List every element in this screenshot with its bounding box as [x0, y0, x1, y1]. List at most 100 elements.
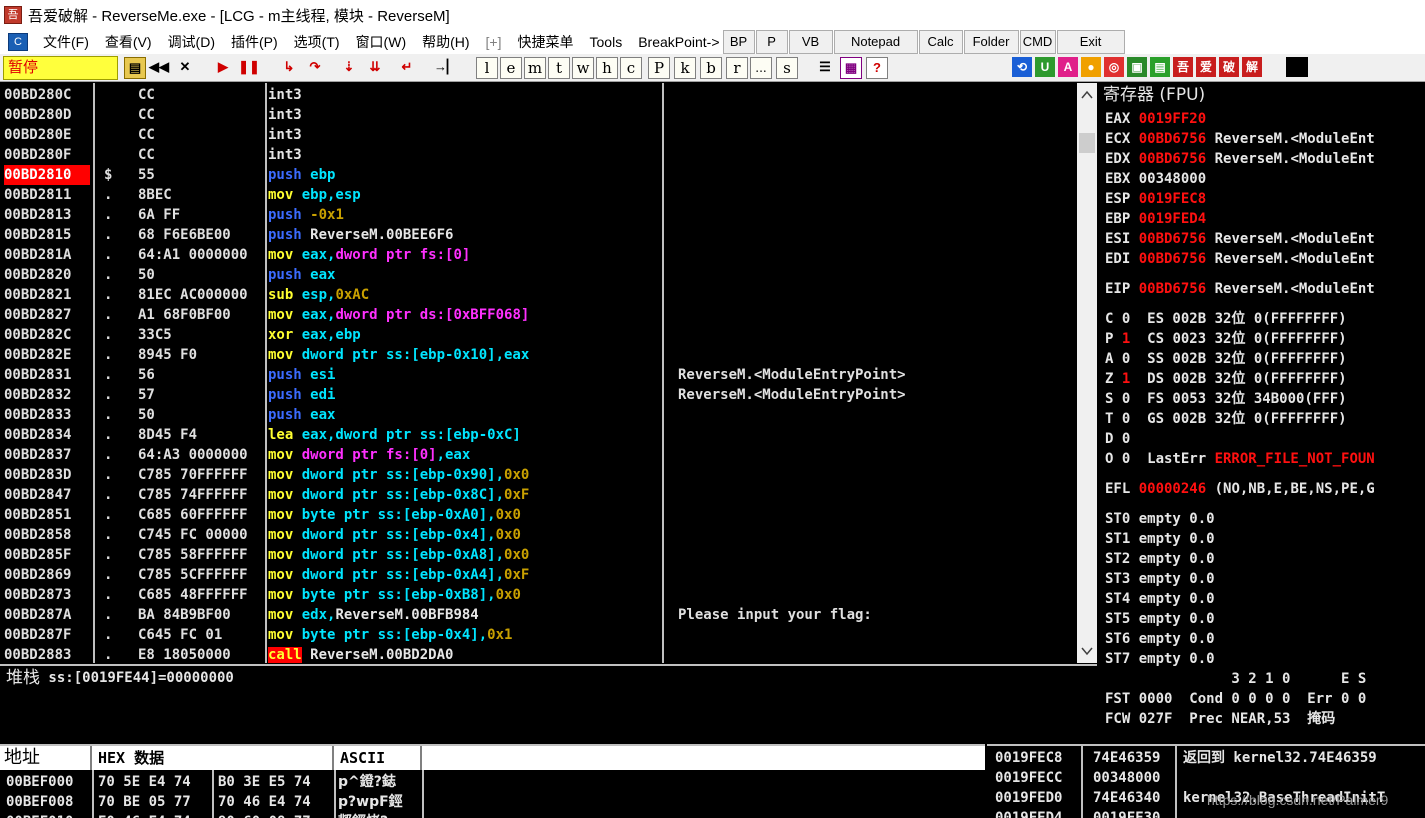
stack-row[interactable]: 0019FECC 00348000: [987, 768, 1425, 788]
vb-button[interactable]: VB: [788, 30, 833, 54]
disasm-row[interactable]: 00BD2813. 6A FF push -0x1: [0, 205, 1077, 225]
disasm-row[interactable]: 00BD2858. C745 FC 00000 mov dword ptr ss:[…: [0, 525, 1077, 545]
folder-button[interactable]: Folder: [963, 30, 1019, 54]
register-line[interactable]: EIP 00BD6756 ReverseM.<ModuleEnt: [1105, 279, 1375, 299]
disasm-row[interactable]: 00BD2832. 57 push edi ReverseM.<ModuleEntry…: [0, 385, 1077, 405]
disasm-row[interactable]: 00BD287A. BA 84B9BF00 mov edx,ReverseM.00B…: [0, 605, 1077, 625]
register-line[interactable]: ST1 empty 0.0: [1105, 529, 1215, 549]
disassembly-pane[interactable]: 00BD280C CC int3 00BD280D CC int3 00BD280E CC in…: [0, 83, 1077, 663]
list-icon[interactable]: ☰: [814, 57, 836, 79]
menu-shortcuts[interactable]: 快捷菜单: [510, 30, 582, 54]
register-line[interactable]: ST3 empty 0.0: [1105, 569, 1215, 589]
disasm-row[interactable]: 00BD2834. 8D45 F4 lea eax,dword ptr ss:[eb…: [0, 425, 1077, 445]
disasm-row[interactable]: 00BD281A. 64:A1 0000000 mov eax,dword ptr …: [0, 245, 1077, 265]
stack-row[interactable]: 0019FEC8 74E46359 返回到 kernel32.74E46359: [987, 748, 1425, 768]
register-line[interactable]: C 0 ES 002B 32位 0(FFFFFFFF): [1105, 309, 1347, 329]
run-icon[interactable]: ▶: [212, 57, 234, 79]
disasm-row[interactable]: 00BD2820. 50 push eax: [0, 265, 1077, 285]
breakpoints-window-button[interactable]: b: [700, 57, 722, 79]
disasm-row[interactable]: 00BD287F. C645 FC 01 mov byte ptr ss:[ebp-…: [0, 625, 1077, 645]
disasm-row[interactable]: 00BD2847. C785 74FFFFFF mov dword ptr ss:[…: [0, 485, 1077, 505]
disasm-row[interactable]: 00BD285F. C785 58FFFFFF mov dword ptr ss:[…: [0, 545, 1077, 565]
menu-plus[interactable]: [+]: [478, 30, 510, 54]
menu-options[interactable]: 选项(T): [286, 30, 348, 54]
trace-into-icon[interactable]: ⇣: [338, 57, 360, 79]
rewind-icon[interactable]: ◀◀: [148, 57, 170, 79]
stack-pane[interactable]: 0019FEC8 74E46359 返回到 kernel32.74E46359 001…: [987, 744, 1425, 818]
register-line[interactable]: EFL 00000246 (NO,NB,E,BE,NS,PE,G: [1105, 479, 1375, 499]
dump-pane[interactable]: 地址 HEX 数据 ASCII 00BEF000 70 5E E4 74 B0 3E…: [0, 744, 985, 818]
disasm-row[interactable]: 00BD2821. 81EC AC000000 sub esp,0xAC: [0, 285, 1077, 305]
register-line[interactable]: ESP 0019FEC8: [1105, 189, 1206, 209]
register-line[interactable]: ST0 empty 0.0: [1105, 509, 1215, 529]
register-line[interactable]: ESI 00BD6756 ReverseM.<ModuleEnt: [1105, 229, 1375, 249]
register-line[interactable]: EBX 00348000: [1105, 169, 1206, 189]
po-label[interactable]: 破: [1219, 57, 1239, 77]
u-icon[interactable]: U: [1035, 57, 1055, 77]
register-line[interactable]: ST2 empty 0.0: [1105, 549, 1215, 569]
disasm-row[interactable]: 00BD2851. C685 60FFFFFF mov byte ptr ss:[e…: [0, 505, 1077, 525]
disasm-row[interactable]: 00BD2810 $55 push ebp: [0, 165, 1077, 185]
disassembly-scrollbar[interactable]: [1077, 83, 1097, 663]
menu-breakpoint[interactable]: BreakPoint->: [630, 30, 721, 54]
disasm-row[interactable]: 00BD280F CC int3: [0, 145, 1077, 165]
disasm-row[interactable]: 00BD2811. 8BEC mov ebp,esp: [0, 185, 1077, 205]
register-line[interactable]: ST4 empty 0.0: [1105, 589, 1215, 609]
log-window-button[interactable]: l: [476, 57, 498, 79]
menu-view[interactable]: 查看(V): [97, 30, 160, 54]
register-line[interactable]: EBP 0019FED4: [1105, 209, 1206, 229]
registers-pane[interactable]: 寄存器 (FPU) EAX 0019FF20 ECX 00BD6756 Rever…: [1099, 83, 1425, 743]
target-icon[interactable]: ◎: [1104, 57, 1124, 77]
menu-file[interactable]: 文件(F): [35, 30, 97, 54]
menu-tools[interactable]: Tools: [582, 30, 631, 54]
refresh-icon[interactable]: ⟲: [1012, 57, 1032, 77]
trace-over-icon[interactable]: ⇊: [364, 57, 386, 79]
disasm-row[interactable]: 00BD280D CC int3: [0, 105, 1077, 125]
memory-window-button[interactable]: m: [524, 57, 546, 79]
register-line[interactable]: EDI 00BD6756 ReverseM.<ModuleEnt: [1105, 249, 1375, 269]
a-icon[interactable]: A: [1058, 57, 1078, 77]
modules-window-button[interactable]: e: [500, 57, 522, 79]
disasm-row[interactable]: 00BD283D. C785 70FFFFFF mov dword ptr ss:[…: [0, 465, 1077, 485]
dump-row[interactable]: 00BEF010 E0 46 E4 74 90 60 08 77 鄁鋞恅?w: [0, 812, 985, 818]
register-line[interactable]: S 0 FS 0053 32位 34B000(FFF): [1105, 389, 1347, 409]
disasm-row[interactable]: 00BD282C. 33C5 xor eax,ebp: [0, 325, 1077, 345]
notepad-button[interactable]: Notepad: [833, 30, 918, 54]
execute-till-return-icon[interactable]: ↵: [396, 57, 418, 79]
windows-window-button[interactable]: w: [572, 57, 594, 79]
run-trace-window-button[interactable]: ...: [750, 57, 772, 79]
source-window-button[interactable]: s: [776, 57, 798, 79]
disasm-row[interactable]: 00BD2883. E8 18050000 call ReverseM.00BD2D…: [0, 645, 1077, 663]
patches-window-button[interactable]: P: [648, 57, 670, 79]
disasm-row[interactable]: 00BD2831. 56 push esi ReverseM.<ModuleEntry…: [0, 365, 1077, 385]
register-line[interactable]: P 1 CS 0023 32位 0(FFFFFFFF): [1105, 329, 1347, 349]
green-window-icon[interactable]: ▤: [1150, 57, 1170, 77]
close-icon[interactable]: ✕: [174, 57, 196, 79]
register-line[interactable]: Z 1 DS 002B 32位 0(FFFFFFFF): [1105, 369, 1347, 389]
references-window-button[interactable]: r: [726, 57, 748, 79]
register-line[interactable]: ST6 empty 0.0: [1105, 629, 1215, 649]
help-icon[interactable]: ?: [866, 57, 888, 79]
disasm-row[interactable]: 00BD280E CC int3: [0, 125, 1077, 145]
register-line[interactable]: 3 2 1 0 E S: [1105, 669, 1366, 689]
register-line[interactable]: ECX 00BD6756 ReverseM.<ModuleEnt: [1105, 129, 1375, 149]
ai-label[interactable]: 爱: [1196, 57, 1216, 77]
system-menu-icon[interactable]: C: [8, 33, 28, 51]
menu-debug[interactable]: 调试(D): [160, 30, 223, 54]
register-line[interactable]: ST5 empty 0.0: [1105, 609, 1215, 629]
cpu-window-button[interactable]: c: [620, 57, 642, 79]
p-button[interactable]: P: [755, 30, 788, 54]
wu-label[interactable]: 吾: [1173, 57, 1193, 77]
disasm-row[interactable]: 00BD2869. C785 5CFFFFFF mov dword ptr ss:[…: [0, 565, 1077, 585]
call-stack-window-button[interactable]: k: [674, 57, 696, 79]
dump-header-address[interactable]: 地址: [0, 746, 92, 770]
menu-help[interactable]: 帮助(H): [414, 30, 477, 54]
register-line[interactable]: O 0 LastErr ERROR_FILE_NOT_FOUN: [1105, 449, 1375, 469]
threads-window-button[interactable]: t: [548, 57, 570, 79]
disasm-row[interactable]: 00BD280C CC int3: [0, 85, 1077, 105]
jie-label[interactable]: 解: [1242, 57, 1262, 77]
menu-plugins[interactable]: 插件(P): [223, 30, 286, 54]
register-line[interactable]: EAX 0019FF20: [1105, 109, 1206, 129]
dump-header-hex[interactable]: HEX 数据: [94, 746, 334, 770]
disasm-row[interactable]: 00BD2833. 50 push eax: [0, 405, 1077, 425]
